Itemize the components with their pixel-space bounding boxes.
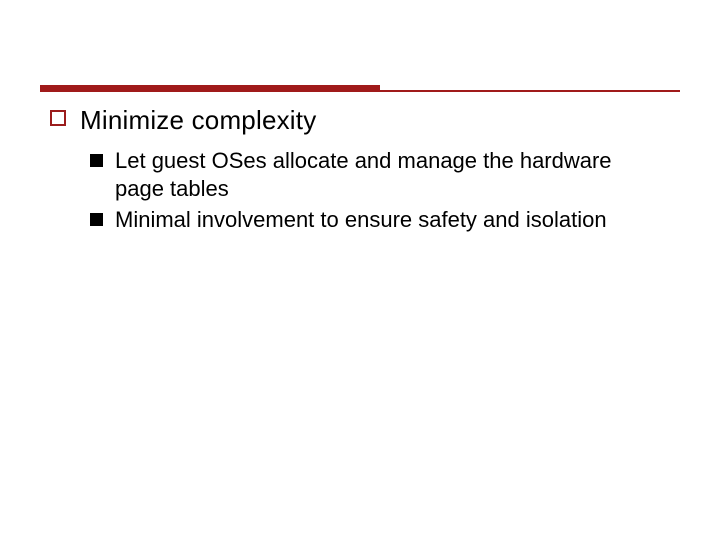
- hollow-square-icon: [50, 110, 66, 126]
- bullet-level2: Let guest OSes allocate and manage the h…: [90, 147, 670, 204]
- slide-content: Minimize complexity Let guest OSes alloc…: [0, 90, 720, 234]
- header-rule-thick: [40, 85, 380, 92]
- filled-square-icon: [90, 154, 103, 167]
- subitem-text: Let guest OSes allocate and manage the h…: [115, 147, 635, 204]
- bullet-level2: Minimal involvement to ensure safety and…: [90, 206, 670, 235]
- slide: Minimize complexity Let guest OSes alloc…: [0, 0, 720, 540]
- filled-square-icon: [90, 213, 103, 226]
- bullet-level1: Minimize complexity: [50, 104, 670, 137]
- subitem-text: Minimal involvement to ensure safety and…: [115, 206, 607, 235]
- heading-text: Minimize complexity: [80, 104, 316, 137]
- sub-bullet-list: Let guest OSes allocate and manage the h…: [50, 143, 670, 235]
